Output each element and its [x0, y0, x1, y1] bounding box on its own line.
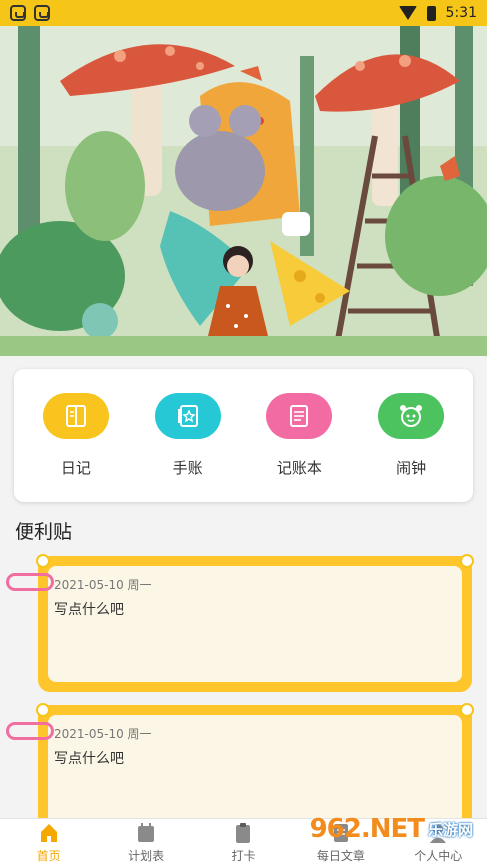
tab-label-planner: 计划表 [128, 848, 165, 863]
notification-app-icon [34, 5, 50, 21]
status-bar: 5:31 [0, 0, 487, 26]
site-watermark: 962.NET 乐游网 [310, 814, 473, 844]
feature-grid-card: 日记 手账 记账本 闹钟 [14, 369, 473, 502]
tab-label-articles: 每日文章 [316, 848, 365, 863]
grid-label-diary: 日记 [60, 459, 91, 477]
grid-item-alarm[interactable]: 闹钟 [361, 393, 461, 478]
paper-clip-icon [6, 722, 54, 740]
tab-label-home: 首页 [36, 848, 61, 863]
grid-label-alarm: 闹钟 [396, 459, 427, 477]
watermark-logo-text: 962.NET [309, 814, 425, 844]
clipboard-icon [236, 822, 251, 843]
status-time: 5:31 [445, 5, 477, 21]
note-date: 2021-05-10 周一 [54, 727, 152, 741]
status-right: 5:31 [398, 5, 477, 21]
app-screen: 5:31 日记 手账 记账本 闹钟 便利贴 2021-05-10 周一 写点什么… [0, 0, 487, 866]
home-icon [40, 823, 57, 842]
pin-icon [36, 703, 50, 717]
tab-planner[interactable]: 计划表 [101, 822, 191, 864]
ledger-icon [266, 393, 333, 439]
notification-app-icon [10, 5, 26, 21]
pin-icon [460, 554, 474, 568]
pin-icon [36, 554, 50, 568]
hero-illustration [0, 26, 487, 356]
sticky-note[interactable]: 2021-05-10 周一 写点什么吧 [36, 554, 474, 692]
tab-home[interactable]: 首页 [4, 822, 94, 864]
sticky-note-body: 2021-05-10 周一 写点什么吧 [48, 566, 462, 682]
calendar-icon [138, 822, 155, 842]
hero-banner-image[interactable] [0, 26, 487, 356]
tab-label-profile: 个人中心 [414, 848, 463, 863]
wifi-icon [398, 6, 417, 20]
grid-item-handbook[interactable]: 手账 [138, 393, 238, 478]
section-title: 便利贴 [15, 521, 73, 543]
note-text: 写点什么吧 [54, 751, 124, 767]
battery-icon [426, 5, 436, 21]
paper-clip-icon [6, 573, 54, 591]
grid-item-diary[interactable]: 日记 [26, 393, 126, 478]
status-notifications [10, 5, 50, 21]
tab-checkin[interactable]: 打卡 [198, 822, 288, 864]
watermark-sub-text: 乐游网 [427, 820, 473, 839]
note-date: 2021-05-10 周一 [54, 578, 152, 592]
alarm-clock-icon [378, 393, 445, 439]
tab-label-checkin: 打卡 [231, 848, 256, 863]
grid-label-ledger: 记账本 [276, 459, 322, 477]
handbook-icon [154, 393, 221, 439]
diary-icon [42, 393, 109, 439]
pin-icon [460, 703, 474, 717]
grid-label-handbook: 手账 [172, 459, 203, 477]
grid-item-ledger[interactable]: 记账本 [249, 393, 349, 478]
note-text: 写点什么吧 [54, 602, 124, 618]
